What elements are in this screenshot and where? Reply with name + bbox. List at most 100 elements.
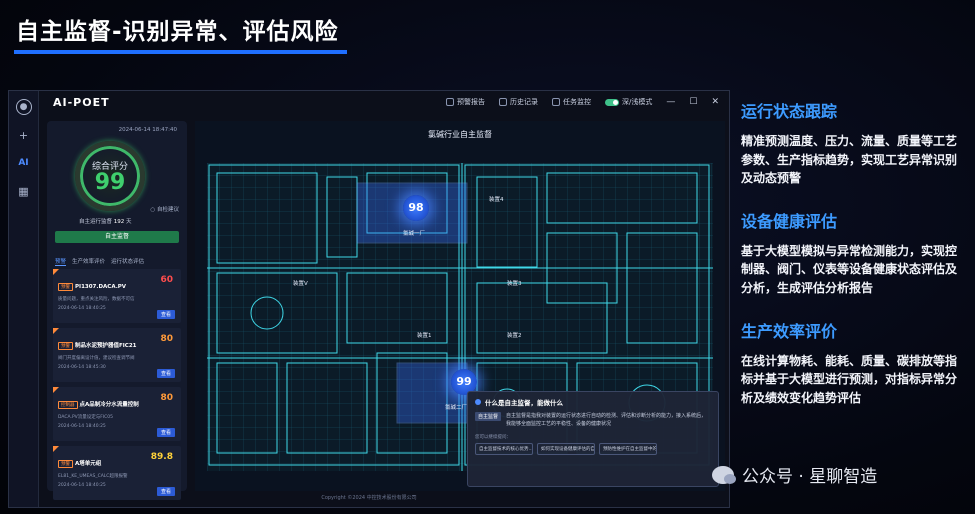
suggestion-chip[interactable]: 如何实现设备健康评估的自主监... [537, 443, 595, 455]
alert-tag: 预警 [58, 460, 73, 468]
tab-warning[interactable]: 预警 [55, 257, 67, 266]
copyright: Copyright ©2024 中控技术股份有限公司 [321, 495, 417, 501]
feature-body: 基于大模型模拟与异常检测能力，实现控制器、阀门、仪表等设备健康状态评估及分析，生… [741, 243, 958, 295]
toggle-switch[interactable] [605, 98, 620, 106]
feature-body: 在线计算物耗、能耗、质量、碳排放等指标并基于大模型进行预测，对指标异常分析及绩效… [741, 353, 958, 405]
alert-corner-icon [53, 446, 59, 452]
alert-tag: 预警 [58, 283, 73, 291]
alert-tag: 预警 [58, 342, 73, 350]
left-panel: 2024-06-14 18:47:40 综合评分 99 ○ 自检建议 自主运行监… [47, 121, 187, 500]
map-label: 装置1 [417, 333, 432, 339]
titlebar: AI-POET 预警报告 历史记录 任务监控 深/浅模式 — ☐ ✕ [39, 91, 729, 113]
history-button[interactable]: 历史记录 [499, 97, 538, 107]
alert-corner-icon [53, 387, 59, 393]
feature-title: 生产效率评价 [741, 321, 838, 341]
alert-card[interactable]: 预警 PI1307.DACA.PV 60 质量问题，重点关注风险，数据不可信 2024-… [53, 269, 181, 323]
feature-body: 精准预测温度、压力、流量、质量等工艺参数、生产指标趋势，实现工艺异常识别及动态预… [741, 134, 958, 186]
run-days-label: 自主运行监督 [79, 219, 113, 225]
score-value: 99 [94, 169, 126, 195]
feature-section: 设备健康评估 基于大模型模拟与异常检测能力，实现控制器、阀门、仪表等设备健康状态… [741, 208, 966, 298]
alert-title: A塔单元组 [75, 461, 102, 467]
run-days-unit: 天 [126, 219, 132, 225]
suggestion-chip[interactable]: 自主监督技术的核心优势... [475, 443, 533, 455]
icon-rail: ● + AI ▦ [9, 91, 39, 507]
slide-title: 自主监督-识别异常、评估风险 [14, 12, 347, 54]
plant-score-marker[interactable]: 98 [403, 195, 429, 221]
alert-tag: 控制器 [58, 401, 78, 409]
score-gauge: 综合评分 99 [75, 141, 145, 211]
app-name: AI-POET [53, 95, 110, 109]
run-days: 自主运行监督 192 天 [79, 217, 132, 225]
alert-card[interactable]: 预警 A塔单元组 89.8 EL81_KE_UMEAS_CALC超限报警 2024-06… [53, 446, 181, 500]
alert-desc: DACA.PV流量设定与FIC05 [58, 415, 114, 420]
alert-card[interactable]: 预警 制品水泥预护器值FIC21 80 阀门开度偏离设计值，建议检查调节阀 2024-0… [53, 328, 181, 382]
alert-view-button[interactable]: 查看 [156, 310, 175, 319]
grid-icon[interactable]: ▦ [16, 183, 32, 199]
user-icon[interactable]: ● [15, 99, 32, 115]
wechat-icon [712, 465, 736, 484]
alert-view-button[interactable]: 查看 [156, 369, 175, 378]
tab-efficiency[interactable]: 生产效率评价 [72, 257, 105, 266]
plant-marker-label: 氯碱二厂 [445, 405, 468, 411]
report-button[interactable]: 预警报告 [446, 97, 485, 107]
feature-section: 运行状态跟踪 精准预测温度、压力、流量、质量等工艺参数、生产指标趋势，实现工艺异… [741, 98, 966, 188]
chat-badge: 自主监督 [475, 412, 502, 421]
plant-marker-label: 氯碱一厂 [403, 231, 426, 237]
chat-answer: 自主监督是指我对装置的运行状态进行自动的检测、评估和诊断分析的能力，接入系统后，… [506, 413, 707, 427]
chat-dot-icon [475, 399, 481, 405]
alert-list: 预警 PI1307.DACA.PV 60 质量问题，重点关注风险，数据不可信 2024-… [53, 269, 181, 505]
theme-toggle[interactable]: 深/浅模式 [605, 97, 652, 107]
feature-column: 运行状态跟踪 精准预测温度、压力、流量、质量等工艺参数、生产指标趋势，实现工艺异… [741, 98, 966, 427]
alert-title: 点A品制冷分水流量控制 [79, 402, 139, 408]
feature-title: 设备健康评估 [741, 211, 838, 231]
alert-desc: EL81_KE_UMEAS_CALC超限报警 [58, 474, 128, 479]
feature-title: 运行状态跟踪 [741, 102, 838, 121]
alert-value: 80 [160, 393, 173, 403]
minimize-icon[interactable]: — [666, 97, 675, 107]
task-icon [552, 98, 561, 106]
plus-icon[interactable]: + [16, 127, 32, 143]
alert-desc: 质量问题，重点关注风险，数据不可信 [58, 297, 135, 302]
alert-title: PI1307.DACA.PV [75, 284, 127, 290]
maximize-icon[interactable]: ☐ [689, 97, 697, 107]
self-check-label: 自检建议 [156, 207, 179, 213]
alert-card[interactable]: 控制器 点A品制冷分水流量控制 80 DACA.PV流量设定与FIC05 2024-06… [53, 387, 181, 441]
app-window: ● + AI ▦ AI-POET 预警报告 历史记录 任务监控 深/浅模式 — … [8, 90, 730, 508]
suggestion-chips: 自主监督技术的核心优势... 如何实现设备健康评估的自主监... 预防性维护在自… [475, 443, 711, 455]
chat-question-text: 什么是自主监督，能做什么 [485, 399, 563, 407]
run-days-value: 192 [113, 219, 125, 225]
ai-icon[interactable]: AI [16, 155, 32, 171]
map-label: 装置2 [507, 333, 522, 339]
report-icon [446, 98, 455, 106]
close-icon[interactable]: ✕ [711, 97, 719, 107]
watermark-text: 公众号 · 星聊智造 [742, 467, 878, 487]
map-label: 装置V [293, 281, 308, 287]
chat-card: 什么是自主监督，能做什么 自主监督 自主监督是指我对装置的运行状态进行自动的检测… [467, 391, 719, 487]
chat-hint: 您可以继续提问： [475, 435, 511, 440]
tab-status[interactable]: 运行状态评估 [111, 257, 144, 266]
history-icon [499, 98, 508, 106]
suggestion-chip[interactable]: 预防性维护在自主监督中的作... [599, 443, 657, 455]
alert-value: 60 [160, 275, 173, 285]
alert-value: 89.8 [150, 452, 173, 462]
map-title: 氯碱行业自主监督 [428, 130, 492, 139]
alert-value: 80 [160, 334, 173, 344]
task-label: 任务监控 [563, 98, 592, 106]
alert-desc: 阀门开度偏离设计值，建议检查调节阀 [58, 356, 135, 361]
score-timestamp: 2024-06-14 18:47:40 [118, 127, 177, 133]
self-check-link[interactable]: ○ 自检建议 [150, 205, 179, 213]
monitor-button[interactable]: 自主监督 [55, 231, 179, 243]
theme-label: 深/浅模式 [622, 98, 653, 106]
chat-answer-row: 自主监督 自主监督是指我对装置的运行状态进行自动的检测、评估和诊断分析的能力，接… [475, 412, 711, 428]
alert-corner-icon [53, 269, 59, 275]
chat-question: 什么是自主监督，能做什么 [475, 397, 711, 407]
history-label: 历史记录 [510, 98, 539, 106]
watermark: 公众号 · 星聊智造 [712, 462, 877, 487]
report-label: 预警报告 [457, 98, 486, 106]
main-view: 氯碱行业自主监督 装置4 装置V 装置3 装置1 装置2 98 氯碱一厂 99 … [195, 121, 725, 491]
task-monitor-button[interactable]: 任务监控 [552, 97, 591, 107]
alert-view-button[interactable]: 查看 [156, 428, 175, 437]
alert-title: 制品水泥预护器值FIC21 [75, 343, 137, 349]
feature-section: 生产效率评价 在线计算物耗、能耗、质量、碳排放等指标并基于大模型进行预测，对指标… [741, 318, 966, 408]
map-label: 装置3 [507, 281, 522, 287]
